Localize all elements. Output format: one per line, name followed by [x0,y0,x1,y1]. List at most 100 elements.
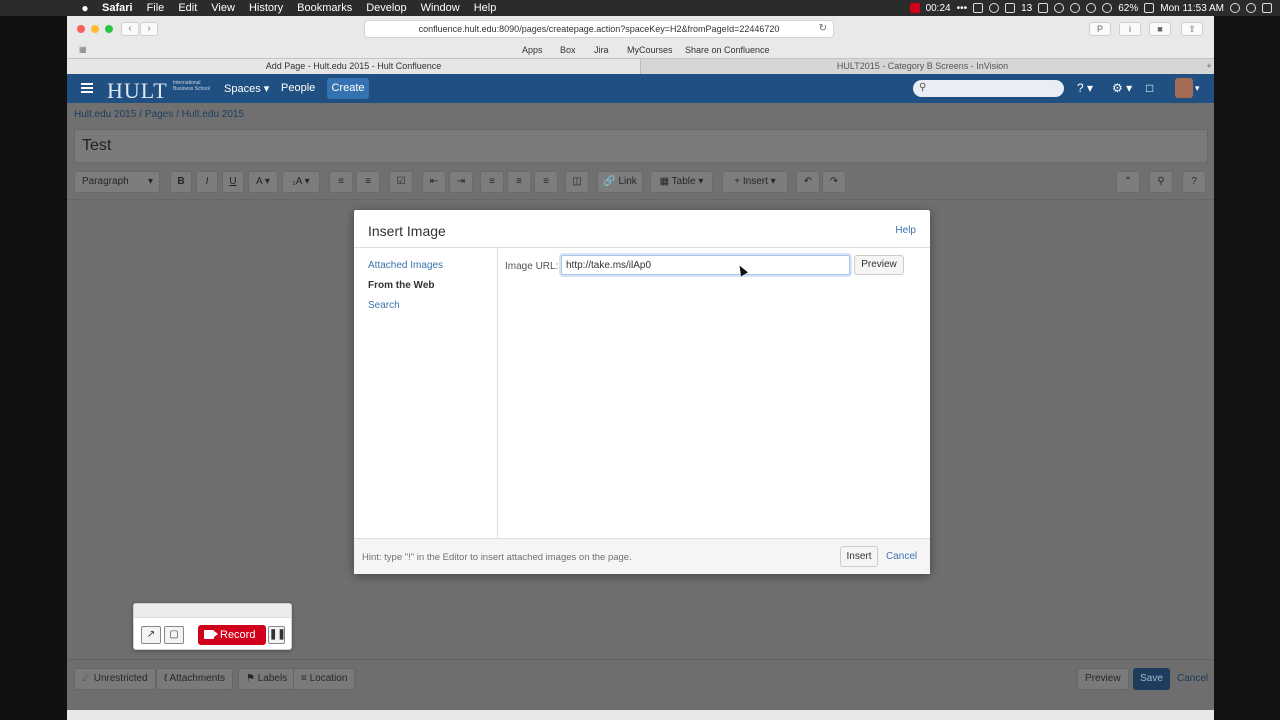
cancel-page-link[interactable]: Cancel [1177,673,1208,684]
spotlight-icon[interactable] [1230,3,1240,13]
more-formatting-button[interactable]: ₁A ▾ [282,171,320,193]
favorite-jira[interactable]: Jira [594,45,609,55]
text-color-button[interactable]: A ▾ [248,171,278,193]
outdent-icon[interactable]: ⇤ [422,171,446,193]
clock[interactable]: Mon 11:53 AM [1160,3,1224,14]
extension-info-icon[interactable]: i [1119,22,1141,36]
indent-icon[interactable]: ⇥ [449,171,473,193]
table-button[interactable]: ▦ Table ▾ [650,171,713,193]
bluetooth-icon[interactable] [1102,3,1113,13]
menu-view[interactable]: View [211,0,235,16]
tab-add-page[interactable]: Add Page - Hult.edu 2015 - Hult Confluen… [67,59,641,75]
collapse-toolbar-icon[interactable]: ⌃ [1116,171,1140,193]
create-button[interactable]: Create [327,78,369,99]
new-tab-icon[interactable]: + [1204,59,1214,75]
zoom-window-button[interactable] [105,25,113,33]
breadcrumb-item-space[interactable]: Hult.edu 2015 [74,109,136,120]
insert-button[interactable]: Insert [840,546,878,567]
minimize-window-button[interactable] [91,25,99,33]
dialog-help-link[interactable]: Help [895,225,916,236]
sidebar-item-from-the-web[interactable]: From the Web [368,280,434,291]
vpn-icon[interactable] [1054,3,1065,13]
sync-icon[interactable] [989,3,1000,13]
reload-icon[interactable]: ↻ [819,23,827,34]
pinterest-extension-icon[interactable]: P [1089,22,1111,36]
paragraph-style-dropdown[interactable]: Paragraph ▾ [74,171,160,193]
spaces-menu[interactable]: Spaces ▾ [224,82,269,95]
bullet-list-icon[interactable]: ≡ [329,171,353,193]
record-button[interactable]: Record [198,625,266,645]
menu-edit[interactable]: Edit [178,0,197,16]
menu-develop[interactable]: Develop [366,0,406,16]
user-avatar[interactable] [1175,78,1193,98]
underline-button[interactable]: U [222,171,244,193]
notifications-icon[interactable]: □ [1146,81,1153,95]
recording-status-icon[interactable] [909,3,920,13]
back-button[interactable]: ‹ [121,22,139,36]
recorder-drag-handle[interactable] [134,604,291,618]
align-center-icon[interactable]: ≡ [507,171,531,193]
battery-percent[interactable]: 62% [1118,3,1138,14]
battery-icon[interactable] [1144,3,1155,13]
dialog-cancel-link[interactable]: Cancel [886,551,917,562]
numbered-list-icon[interactable]: ≡ [356,171,380,193]
user-menu-chevron-icon[interactable]: ▾ [1195,83,1200,94]
task-list-icon[interactable]: ☑ [389,171,413,193]
display-icon[interactable] [1005,3,1016,13]
page-layout-icon[interactable]: ◫ [565,171,589,193]
menu-app[interactable]: Safari [102,0,133,16]
hult-logo[interactable]: HULT [107,78,168,104]
favorite-mycourses[interactable]: MyCourses [627,45,673,55]
italic-button[interactable]: I [196,171,218,193]
labels-button[interactable]: ⚑ Labels [238,668,296,690]
people-link[interactable]: People [281,82,315,94]
sidebar-item-attached-images[interactable]: Attached Images [368,260,443,271]
save-button[interactable]: Save [1133,668,1170,690]
header-search-input[interactable]: ⚲ [913,80,1064,97]
settings-gear-icon[interactable]: ⚙ ▾ [1112,81,1132,95]
address-bar[interactable]: confluence.hult.edu:8090/pages/createpag… [364,20,834,38]
more-icon[interactable]: ••• [957,3,968,14]
breadcrumb-item-parent[interactable]: Hult.edu 2015 [182,109,244,120]
redo-icon[interactable]: ↷ [822,171,846,193]
undo-icon[interactable]: ↶ [796,171,820,193]
align-left-icon[interactable]: ≡ [480,171,504,193]
region-select-icon[interactable]: ▢ [164,626,184,644]
calendar-icon[interactable]: 13 [1021,3,1032,14]
menu-window[interactable]: Window [421,0,460,16]
image-url-input[interactable] [561,255,850,275]
favorite-box[interactable]: Box [560,45,576,55]
menu-bookmarks[interactable]: Bookmarks [297,0,352,16]
menu-file[interactable]: File [147,0,165,16]
bold-button[interactable]: B [170,171,192,193]
preview-page-button[interactable]: Preview [1077,668,1129,690]
screenshot-icon[interactable] [973,3,984,13]
extension-icon[interactable]: ■ [1149,22,1171,36]
apple-menu-icon[interactable]: ● [78,1,92,15]
favorite-share-on-confluence[interactable]: Share on Confluence [685,45,770,55]
help-menu-icon[interactable]: ? ▾ [1077,81,1093,95]
download-icon[interactable] [1038,3,1049,13]
page-title-input[interactable]: Test [74,129,1208,163]
close-window-button[interactable] [77,25,85,33]
forward-button[interactable]: › [140,22,158,36]
favorite-apps[interactable]: Apps [522,45,543,55]
top-sites-grid-icon[interactable]: ▦ [79,45,89,55]
menu-history[interactable]: History [249,0,283,16]
breadcrumb-item-pages[interactable]: Pages [145,109,173,120]
editor-help-icon[interactable]: ? [1182,171,1206,193]
info-icon[interactable] [1086,3,1097,13]
find-replace-icon[interactable]: ⚲ [1149,171,1173,193]
location-button[interactable]: ≡ Location [293,668,356,690]
share-icon[interactable]: ⇧ [1181,22,1203,36]
restrictions-button[interactable]: ☄ Unrestricted [74,668,156,690]
pause-icon[interactable]: ❚❚ [268,626,286,644]
attachments-button[interactable]: ℓ Attachments [156,668,234,690]
sidebar-item-search[interactable]: Search [368,300,400,311]
time-machine-icon[interactable] [1070,3,1081,13]
menu-help[interactable]: Help [474,0,497,16]
preview-image-button[interactable]: Preview [854,255,904,275]
annotate-arrow-icon[interactable]: ↗ [141,626,161,644]
notification-center-icon[interactable] [1262,3,1272,13]
align-right-icon[interactable]: ≡ [534,171,558,193]
